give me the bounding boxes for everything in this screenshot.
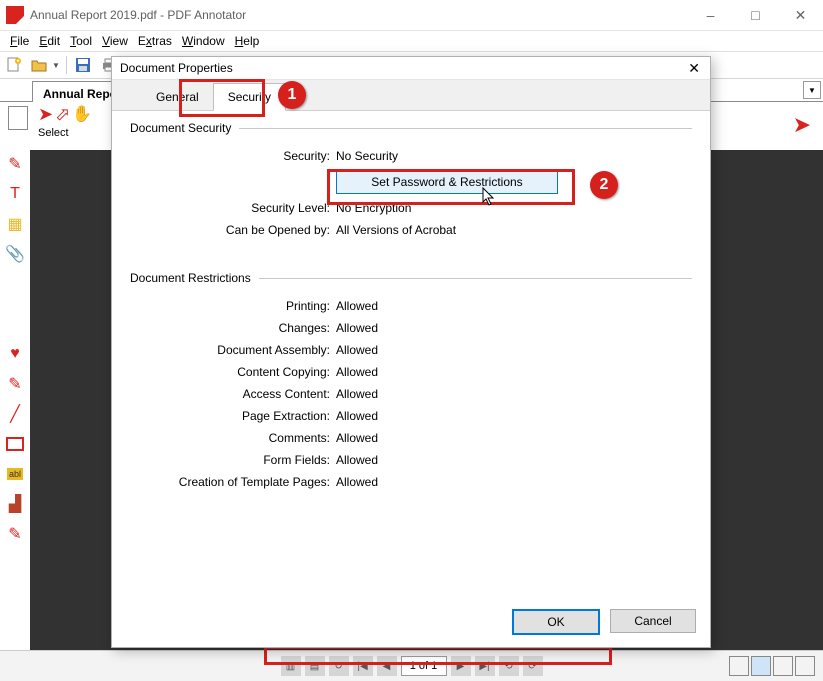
restriction-row: Creation of Template Pages:Allowed <box>130 471 692 493</box>
menubar: File Edit Tool View Extras Window Help <box>0 31 823 52</box>
window-title: Annual Report 2019.pdf - PDF Annotator <box>30 8 246 22</box>
callout-1: 1 <box>278 81 306 109</box>
restriction-label: Page Extraction: <box>130 409 336 423</box>
note-icon[interactable]: ▦ <box>5 214 25 234</box>
restriction-value: Allowed <box>336 409 378 423</box>
highlight-box-security-tab <box>179 79 265 117</box>
abl-icon[interactable]: abl <box>5 464 25 484</box>
restriction-row: Content Copying:Allowed <box>130 361 692 383</box>
line-icon[interactable]: ╱ <box>5 404 25 424</box>
restriction-row: Page Extraction:Allowed <box>130 405 692 427</box>
attach-icon[interactable]: 📎 <box>5 244 25 264</box>
restriction-row: Printing:Allowed <box>130 295 692 317</box>
value-security: No Security <box>336 149 398 163</box>
pen-red-icon[interactable]: ✎ <box>5 154 25 174</box>
menu-extras[interactable]: Extras <box>134 32 176 50</box>
group-document-security: Document Security <box>130 121 231 135</box>
arrow-tool-alt-icon[interactable]: ⬀ <box>55 104 70 125</box>
menu-tool[interactable]: Tool <box>66 32 96 50</box>
titlebar: Annual Report 2019.pdf - PDF Annotator –… <box>0 0 823 31</box>
ok-button[interactable]: OK <box>512 609 600 635</box>
dialog-close-button[interactable]: ✕ <box>688 60 700 77</box>
restriction-label: Comments: <box>130 431 336 445</box>
menu-edit[interactable]: Edit <box>35 32 64 50</box>
layout-1-icon[interactable] <box>729 656 749 676</box>
restriction-row: Comments:Allowed <box>130 427 692 449</box>
document-properties-dialog: Document Properties ✕ General Security 1… <box>111 56 711 648</box>
tab-dropdown-icon[interactable]: ▼ <box>803 81 821 99</box>
restriction-value: Allowed <box>336 299 378 313</box>
restriction-label: Content Copying: <box>130 365 336 379</box>
label-security-level: Security Level: <box>130 201 336 215</box>
restriction-row: Access Content:Allowed <box>130 383 692 405</box>
select-group: ➤ ⬀ ✋ Select <box>38 104 92 139</box>
restriction-value: Allowed <box>336 365 378 379</box>
hand-tool-icon[interactable]: ✋ <box>72 104 92 125</box>
minimize-button[interactable]: – <box>688 0 733 30</box>
cursor-tool-icon[interactable]: ➤ <box>793 112 811 138</box>
menu-view[interactable]: View <box>98 32 132 50</box>
close-button[interactable]: ✕ <box>778 0 823 30</box>
dialog-title: Document Properties <box>120 61 233 75</box>
text-tool-icon[interactable]: T <box>5 184 25 204</box>
restriction-label: Access Content: <box>130 387 336 401</box>
restriction-row: Document Assembly:Allowed <box>130 339 692 361</box>
app-icon <box>6 6 24 24</box>
heart-icon[interactable]: ♥ <box>5 344 25 364</box>
highlight-box-set-password <box>327 169 575 205</box>
restriction-label: Document Assembly: <box>130 343 336 357</box>
restriction-label: Form Fields: <box>130 453 336 467</box>
dialog-titlebar: Document Properties ✕ <box>112 57 710 79</box>
restriction-value: Allowed <box>336 453 378 467</box>
open-icon[interactable] <box>30 55 50 75</box>
cancel-button[interactable]: Cancel <box>610 609 696 633</box>
restriction-row: Form Fields:Allowed <box>130 449 692 471</box>
menu-help[interactable]: Help <box>231 32 264 50</box>
restriction-row: Changes:Allowed <box>130 317 692 339</box>
restriction-value: Allowed <box>336 343 378 357</box>
pen3-icon[interactable]: ✎ <box>5 524 25 544</box>
new-icon[interactable]: ✦ <box>4 55 24 75</box>
label-security: Security: <box>130 149 336 163</box>
open-dropdown-icon[interactable]: ▼ <box>52 61 60 70</box>
restriction-value: Allowed <box>336 387 378 401</box>
select-label: Select <box>38 127 92 139</box>
restriction-label: Printing: <box>130 299 336 313</box>
pen2-icon[interactable]: ✎ <box>5 374 25 394</box>
svg-text:✦: ✦ <box>15 58 20 65</box>
left-toolbar: ✎ T ▦ 📎 ♥ ✎ ╱ abl ▟ ✎ <box>0 150 31 651</box>
maximize-button[interactable]: □ <box>733 0 778 30</box>
group-document-restrictions: Document Restrictions <box>130 271 251 285</box>
layout-3-icon[interactable] <box>773 656 793 676</box>
stamp-icon[interactable]: ▟ <box>5 494 25 514</box>
value-opened-by: All Versions of Acrobat <box>336 223 456 237</box>
page-thumb-icon[interactable] <box>8 106 28 130</box>
menu-window[interactable]: Window <box>178 32 229 50</box>
arrow-tool-icon[interactable]: ➤ <box>38 104 53 125</box>
restriction-label: Creation of Template Pages: <box>130 475 336 489</box>
restriction-value: Allowed <box>336 475 378 489</box>
restriction-label: Changes: <box>130 321 336 335</box>
restriction-value: Allowed <box>336 321 378 335</box>
restriction-value: Allowed <box>336 431 378 445</box>
save-icon[interactable] <box>73 55 93 75</box>
label-opened-by: Can be Opened by: <box>130 223 336 237</box>
rect-icon[interactable] <box>5 434 25 454</box>
layout-4-icon[interactable] <box>795 656 815 676</box>
highlight-box-bottom <box>264 646 612 665</box>
callout-2: 2 <box>590 171 618 199</box>
layout-2-icon[interactable] <box>751 656 771 676</box>
menu-file[interactable]: File <box>6 32 33 50</box>
